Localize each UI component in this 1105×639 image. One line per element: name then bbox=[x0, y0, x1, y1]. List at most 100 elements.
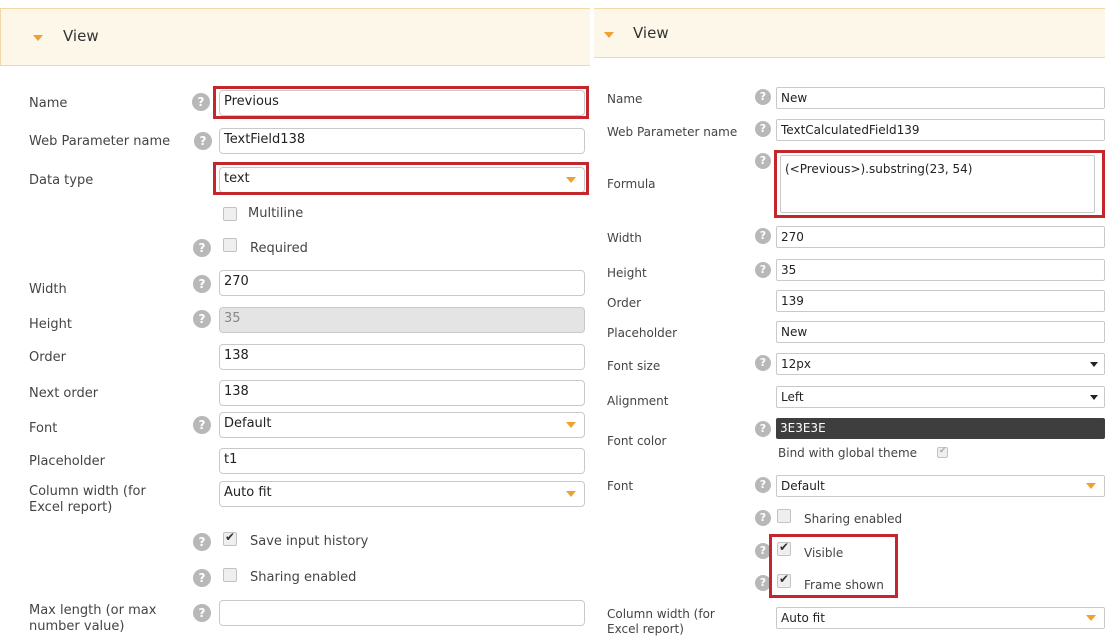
help-icon[interactable]: ? bbox=[192, 93, 210, 111]
section-title: View bbox=[633, 24, 669, 42]
view-section-header[interactable]: View bbox=[0, 8, 594, 66]
font-value: Default bbox=[224, 416, 272, 431]
height-label: Height bbox=[29, 317, 72, 332]
font-select[interactable]: Default bbox=[776, 475, 1105, 497]
name-input[interactable]: Previous bbox=[219, 90, 585, 116]
help-icon[interactable]: ? bbox=[193, 239, 211, 257]
collapse-arrow-icon[interactable] bbox=[33, 35, 43, 41]
multiline-checkbox[interactable] bbox=[223, 207, 237, 221]
web-parameter-label: Web Parameter name bbox=[29, 134, 171, 149]
visible-checkbox[interactable] bbox=[777, 540, 791, 556]
bind-theme-checkbox[interactable] bbox=[937, 446, 948, 458]
right-properties-panel: View Name ? New Web Parameter name ? Tex… bbox=[594, 0, 1105, 639]
formula-label: Formula bbox=[607, 177, 656, 191]
max-length-input[interactable] bbox=[219, 600, 585, 626]
font-color-input[interactable]: 3E3E3E bbox=[776, 418, 1105, 439]
font-size-label: Font size bbox=[607, 359, 661, 373]
font-label: Font bbox=[607, 479, 634, 493]
font-label: Font bbox=[29, 421, 58, 436]
help-icon[interactable]: ? bbox=[755, 355, 771, 371]
next-order-input[interactable]: 138 bbox=[219, 380, 585, 406]
order-label: Order bbox=[607, 296, 642, 310]
dropdown-arrow-icon bbox=[1086, 615, 1096, 621]
width-input[interactable]: 270 bbox=[776, 226, 1105, 248]
bind-theme-label: Bind with global theme bbox=[778, 446, 918, 460]
order-input[interactable]: 139 bbox=[776, 290, 1105, 312]
column-width-label: Column width (for bbox=[29, 484, 146, 499]
name-label: Name bbox=[29, 96, 68, 111]
name-label: Name bbox=[607, 92, 643, 106]
frame-shown-checkbox[interactable] bbox=[777, 572, 791, 588]
width-label: Width bbox=[607, 231, 642, 245]
sharing-checkbox[interactable] bbox=[223, 568, 237, 582]
help-icon[interactable]: ? bbox=[755, 262, 771, 278]
help-icon[interactable]: ? bbox=[755, 510, 771, 526]
width-label: Width bbox=[29, 282, 67, 297]
help-icon[interactable]: ? bbox=[755, 89, 771, 105]
formula-textarea[interactable]: (<Previous>).substring(23, 54) bbox=[780, 155, 1095, 213]
save-history-label: Save input history bbox=[250, 534, 369, 549]
help-icon[interactable]: ? bbox=[755, 477, 771, 493]
alignment-label: Alignment bbox=[607, 394, 669, 408]
dropdown-arrow-icon bbox=[566, 422, 576, 428]
web-parameter-input[interactable]: TextCalculatedField139 bbox=[776, 119, 1105, 141]
view-section-header[interactable]: View bbox=[594, 8, 1105, 58]
column-width-label: Column width (for bbox=[607, 607, 715, 621]
order-input[interactable]: 138 bbox=[219, 344, 585, 370]
data-type-value: text bbox=[224, 171, 250, 186]
help-icon[interactable]: ? bbox=[755, 153, 771, 169]
font-size-value: 12px bbox=[781, 357, 811, 371]
dropdown-arrow-icon bbox=[1086, 483, 1096, 489]
dropdown-arrow-icon bbox=[1090, 395, 1098, 400]
help-icon[interactable]: ? bbox=[193, 604, 211, 622]
help-icon[interactable]: ? bbox=[755, 543, 771, 559]
placeholder-input[interactable]: New bbox=[776, 321, 1105, 343]
help-icon[interactable]: ? bbox=[193, 569, 211, 587]
help-icon[interactable]: ? bbox=[755, 228, 771, 244]
column-width-value: Auto fit bbox=[781, 611, 825, 625]
help-icon[interactable]: ? bbox=[193, 416, 211, 434]
column-width-select[interactable]: Auto fit bbox=[776, 607, 1105, 629]
data-type-label: Data type bbox=[29, 173, 94, 188]
web-parameter-input[interactable]: TextField138 bbox=[219, 128, 585, 154]
font-size-select[interactable]: 12px bbox=[776, 353, 1105, 375]
help-icon[interactable]: ? bbox=[194, 132, 212, 150]
dropdown-arrow-icon bbox=[1090, 362, 1098, 367]
frame-shown-label: Frame shown bbox=[804, 578, 884, 592]
max-length-label-2: number value) bbox=[29, 619, 125, 634]
column-width-value: Auto fit bbox=[224, 485, 272, 500]
font-color-label: Font color bbox=[607, 434, 667, 448]
collapse-arrow-icon[interactable] bbox=[604, 32, 614, 38]
left-properties-panel: View Name ? Previous Web Parameter name … bbox=[0, 0, 594, 639]
sharing-label: Sharing enabled bbox=[250, 570, 357, 585]
width-input[interactable]: 270 bbox=[219, 270, 585, 296]
font-select[interactable]: Default bbox=[219, 412, 585, 438]
help-icon[interactable]: ? bbox=[755, 121, 771, 137]
data-type-select[interactable]: text bbox=[219, 167, 585, 193]
help-icon[interactable]: ? bbox=[193, 533, 211, 551]
column-width-label-2: Excel report) bbox=[29, 500, 113, 515]
column-width-select[interactable]: Auto fit bbox=[219, 481, 585, 507]
alignment-select[interactable]: Left bbox=[776, 386, 1105, 408]
placeholder-label: Placeholder bbox=[607, 326, 678, 340]
section-title: View bbox=[63, 27, 99, 45]
order-label: Order bbox=[29, 350, 66, 365]
height-input[interactable]: 35 bbox=[776, 259, 1105, 281]
alignment-value: Left bbox=[781, 390, 804, 404]
height-input[interactable]: 35 bbox=[219, 307, 585, 333]
required-checkbox[interactable] bbox=[223, 238, 237, 252]
dropdown-arrow-icon bbox=[566, 491, 576, 497]
sharing-label: Sharing enabled bbox=[804, 512, 903, 526]
font-value: Default bbox=[781, 479, 825, 493]
dropdown-arrow-icon bbox=[566, 177, 576, 183]
sharing-checkbox[interactable] bbox=[777, 509, 791, 523]
help-icon[interactable]: ? bbox=[755, 575, 771, 591]
next-order-label: Next order bbox=[29, 386, 99, 401]
help-icon[interactable]: ? bbox=[755, 421, 771, 437]
help-icon[interactable]: ? bbox=[193, 275, 211, 293]
placeholder-input[interactable]: t1 bbox=[219, 448, 585, 474]
save-history-checkbox[interactable] bbox=[223, 530, 237, 546]
help-icon[interactable]: ? bbox=[193, 310, 211, 328]
name-input[interactable]: New bbox=[776, 87, 1105, 109]
max-length-label: Max length (or max bbox=[29, 603, 157, 618]
